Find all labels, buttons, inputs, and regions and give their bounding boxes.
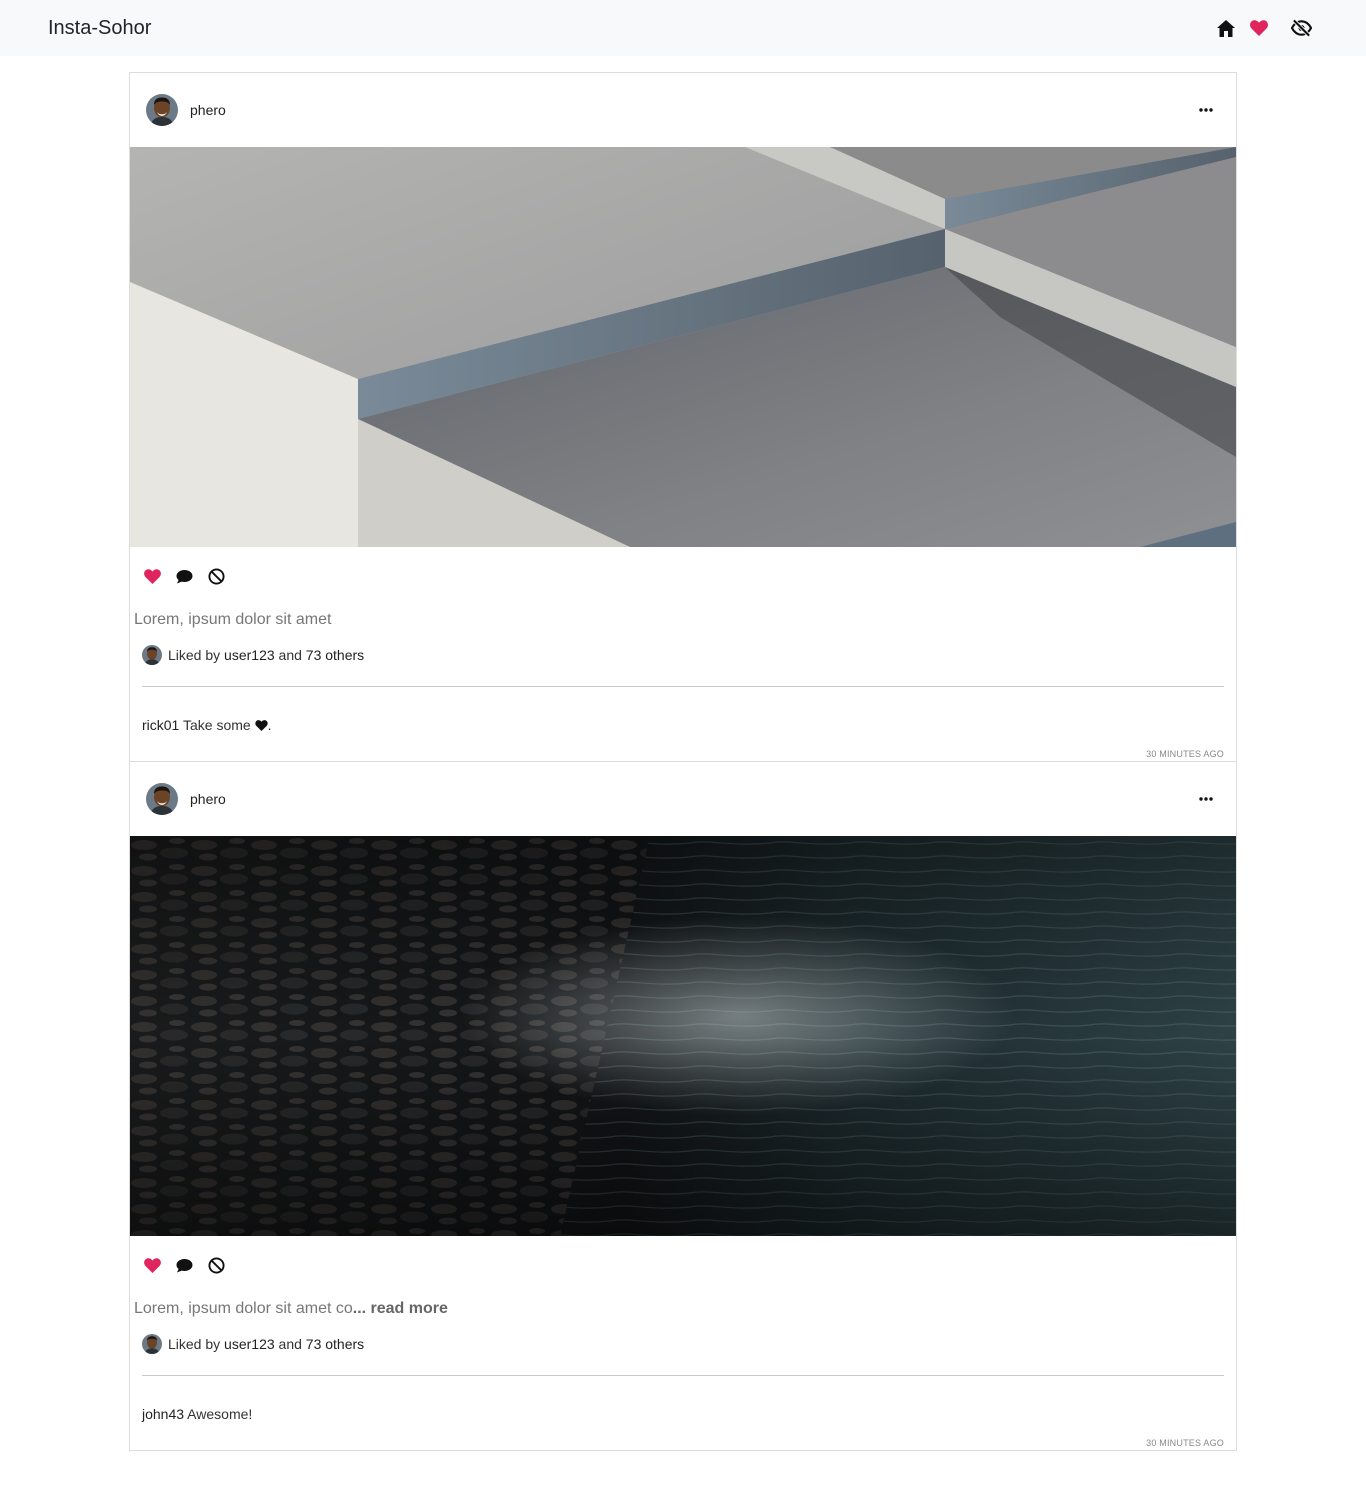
- comment: rick01 Take some .: [130, 687, 1236, 745]
- post-timestamp: 30 MINUTES AGO: [1146, 1438, 1224, 1448]
- liked-by-row: Liked by user123 and 73 others: [130, 639, 1236, 671]
- liked-user-link[interactable]: user123: [224, 647, 275, 663]
- liker-avatar: [142, 645, 162, 665]
- avatar[interactable]: [146, 783, 178, 815]
- more-options-icon[interactable]: [1198, 102, 1214, 118]
- feed: phero Lorem, ipsum dolor sit amet Liked …: [129, 72, 1237, 1451]
- comment: john43 Awesome!: [130, 1376, 1236, 1434]
- post-card: phero: [129, 762, 1237, 1451]
- comment-username[interactable]: john43: [142, 1406, 184, 1422]
- post-username[interactable]: phero: [190, 102, 226, 118]
- like-heart-icon[interactable]: [142, 1255, 162, 1275]
- more-options-icon[interactable]: [1198, 791, 1214, 807]
- nav-icons: [1215, 18, 1312, 39]
- post-actions: [130, 547, 1236, 605]
- avatar[interactable]: [146, 94, 178, 126]
- post-caption: Lorem, ipsum dolor sit amet co... read m…: [130, 1294, 1236, 1328]
- report-block-icon[interactable]: [206, 1255, 226, 1275]
- liker-avatar: [142, 1334, 162, 1354]
- post-caption: Lorem, ipsum dolor sit amet: [130, 605, 1236, 639]
- liked-by-label: Liked by: [168, 1336, 221, 1352]
- liked-and: and: [278, 1336, 302, 1352]
- post-card: phero: [129, 72, 1237, 762]
- caption-text: Lorem, ipsum dolor sit amet co: [134, 1300, 353, 1317]
- liked-others-link[interactable]: 73 others: [306, 1336, 364, 1352]
- comment-text: Awesome!: [187, 1406, 253, 1422]
- comment-text: Take some: [183, 717, 251, 733]
- caption-text: Lorem, ipsum dolor sit amet: [134, 611, 332, 628]
- liked-by-row: Liked by user123 and 73 others: [130, 1328, 1236, 1360]
- heart-icon[interactable]: [1248, 18, 1269, 39]
- comment-icon[interactable]: [174, 566, 194, 586]
- read-more-link[interactable]: ... read more: [353, 1300, 448, 1317]
- liked-others-link[interactable]: 73 others: [306, 647, 364, 663]
- post-header: phero: [130, 73, 1236, 147]
- brand-logo[interactable]: Insta-Sohor: [48, 17, 151, 40]
- report-block-icon[interactable]: [206, 566, 226, 586]
- post-image[interactable]: [130, 147, 1236, 547]
- post-actions: [130, 1236, 1236, 1294]
- like-heart-icon[interactable]: [142, 566, 162, 586]
- navbar: Insta-Sohor: [0, 0, 1366, 56]
- post-timestamp: 30 MINUTES AGO: [1146, 749, 1224, 759]
- post-username[interactable]: phero: [190, 791, 226, 807]
- comment-icon[interactable]: [174, 1255, 194, 1275]
- liked-and: and: [278, 647, 302, 663]
- post-header: phero: [130, 762, 1236, 836]
- post-image[interactable]: [130, 836, 1236, 1236]
- eye-slash-icon[interactable]: [1291, 18, 1312, 39]
- comment-username[interactable]: rick01: [142, 717, 179, 733]
- comment-suffix: .: [267, 717, 272, 733]
- liked-by-label: Liked by: [168, 647, 221, 663]
- home-icon[interactable]: [1215, 18, 1236, 39]
- small-heart-icon: [254, 718, 268, 734]
- liked-user-link[interactable]: user123: [224, 1336, 275, 1352]
